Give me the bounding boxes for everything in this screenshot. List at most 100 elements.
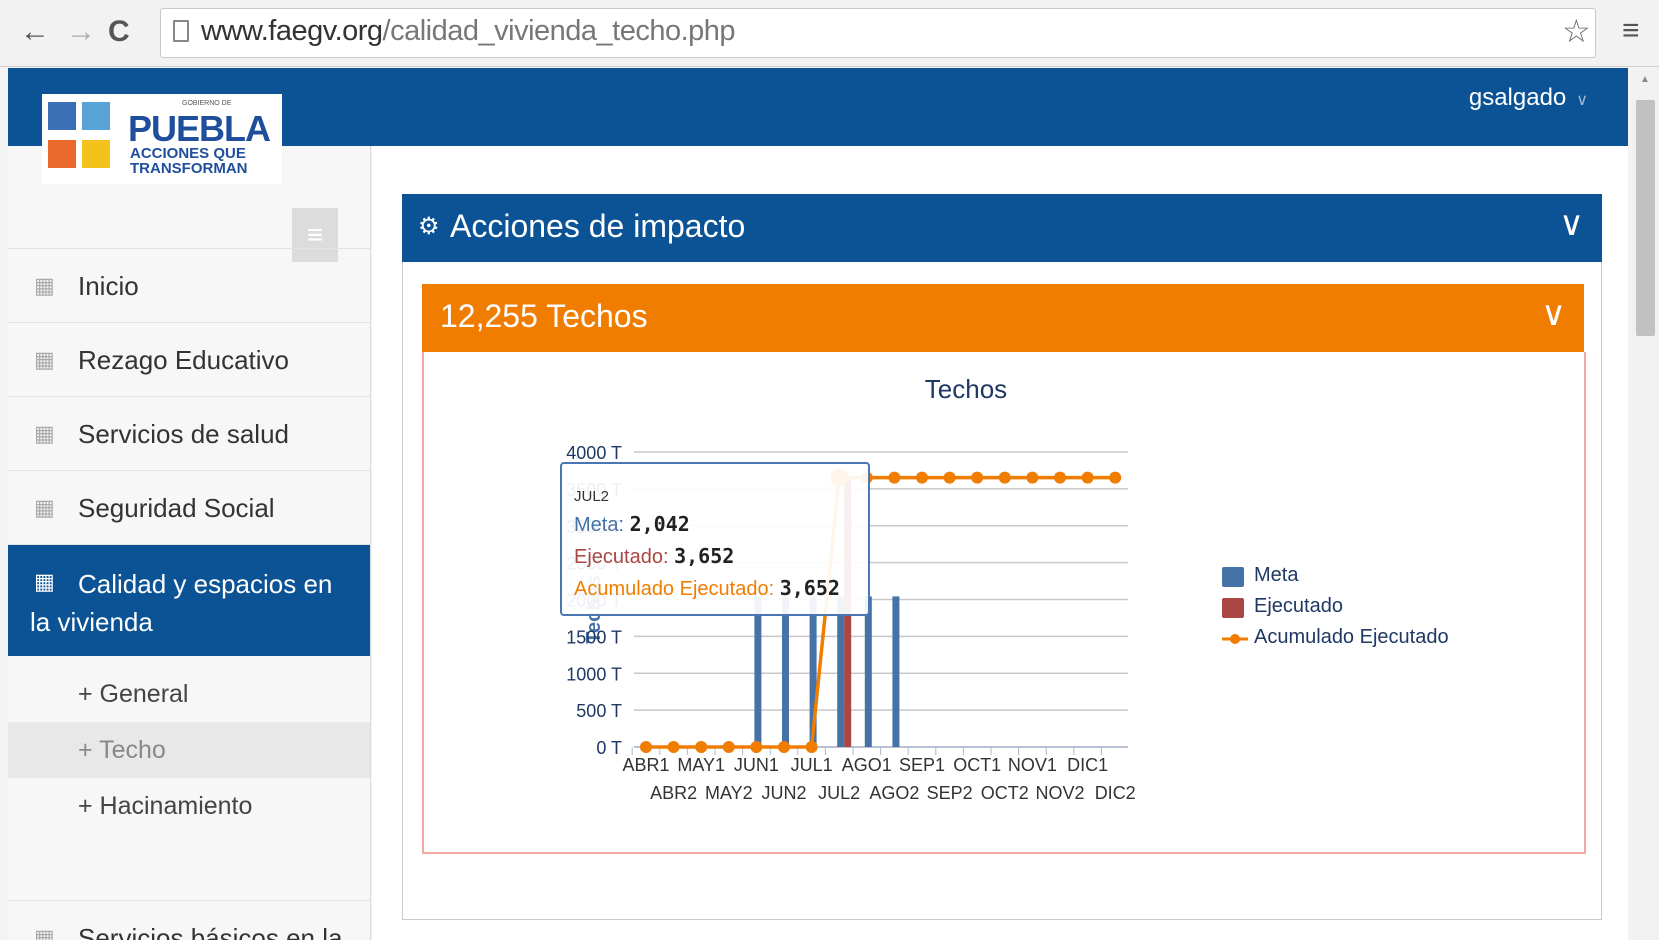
acumulado-point xyxy=(971,471,984,484)
x-tick-label: ABR2 xyxy=(650,783,697,803)
logo-text: GOBIERNO DE xyxy=(182,100,232,107)
username: gsalgado xyxy=(1468,84,1567,111)
sidebar-item-calidad-vivienda[interactable]: ▦ Calidad y espacios en la vivienda xyxy=(8,544,370,656)
address-bar[interactable]: www.faegv.org/calidad_vivienda_techo.php xyxy=(160,8,1596,58)
acumulado-point xyxy=(1109,471,1122,484)
cogs-icon: ⚙ xyxy=(418,213,440,240)
grid-icon: ▦ xyxy=(34,273,55,298)
x-tick-label: SEP1 xyxy=(899,755,945,775)
subitem-label: + Techo xyxy=(78,736,166,764)
sidebar-item-servicios-salud[interactable]: ▦ Servicios de salud xyxy=(8,396,370,472)
subitem-general[interactable]: + General xyxy=(8,666,370,722)
acumulado-point xyxy=(916,471,928,484)
subitem-label: + Hacinamiento xyxy=(78,792,253,820)
scrollbar-thumb[interactable] xyxy=(1636,100,1655,336)
sidebar-item-label: Servicios básicos en la xyxy=(78,923,343,940)
subpanel-title: 12,255 Techos xyxy=(440,298,648,334)
x-tick-label: SEP2 xyxy=(927,783,973,803)
chart-tooltip: JUL2 Meta: 2,042 Ejecutado: 3,652 Acumul… xyxy=(560,462,870,616)
legend-swatch xyxy=(1222,598,1244,618)
meta-bar xyxy=(754,596,762,747)
page-scrollbar[interactable]: ▲ xyxy=(1632,68,1659,940)
y-tick-label: 1500 T xyxy=(566,627,622,647)
x-tick-label: NOV1 xyxy=(1008,755,1057,775)
chevron-down-icon[interactable]: ∨ xyxy=(1541,294,1566,334)
tooltip-meta-row: Meta: 2,042 xyxy=(574,512,690,536)
y-tick-label: 500 T xyxy=(576,701,622,721)
logo-square-icon xyxy=(48,140,76,168)
page-icon xyxy=(173,20,189,42)
sidebar-item-seguridad-social[interactable]: ▦ Seguridad Social xyxy=(8,470,370,546)
sidebar-item-label: Calidad y espacios en la vivienda xyxy=(30,569,333,637)
acumulado-point xyxy=(750,741,763,753)
subitem-label: + General xyxy=(78,680,189,708)
acumulado-point xyxy=(805,741,818,753)
scroll-up-icon[interactable]: ▲ xyxy=(1640,74,1650,85)
acumulado-point xyxy=(695,741,708,753)
sidebar-item-rezago-educativo[interactable]: ▦ Rezago Educativo xyxy=(8,322,370,398)
x-tick-label: JUN2 xyxy=(761,783,806,803)
sidebar-item-label: Servicios de salud xyxy=(78,419,289,449)
acumulado-point xyxy=(640,741,652,753)
sidebar: ≡ ▦ Inicio ▦ Rezago Educativo ▦ Servicio… xyxy=(8,146,371,940)
url-domain: www.faegv.org xyxy=(201,15,383,47)
chart-title: Techos xyxy=(925,374,1007,404)
acumulado-point xyxy=(667,741,680,753)
x-tick-label: OCT1 xyxy=(953,755,1001,775)
url-text[interactable]: www.faegv.org/calidad_vivienda_techo.php xyxy=(201,15,736,48)
logo-text: ACCIONES QUE TRANSFORMAN xyxy=(130,145,248,177)
tooltip-category: JUL2 xyxy=(574,488,610,505)
acumulado-point xyxy=(943,471,956,484)
x-tick-label: MAY2 xyxy=(705,783,753,803)
panel-title: Acciones de impacto xyxy=(450,208,746,244)
legend-swatch xyxy=(1222,567,1244,587)
meta-bar xyxy=(864,596,872,747)
user-menu[interactable]: gsalgado ∨ xyxy=(1469,84,1588,112)
impact-panel-header[interactable]: ⚙ Acciones de impacto ∨ xyxy=(402,194,1602,262)
x-tick-label: OCT2 xyxy=(981,783,1029,803)
chevron-down-icon[interactable]: ∨ xyxy=(1559,204,1584,244)
acumulado-point xyxy=(998,471,1011,484)
chevron-down-icon: ∨ xyxy=(1576,92,1588,109)
forward-icon[interactable]: → xyxy=(66,14,96,50)
logo-square-icon xyxy=(82,102,110,130)
logo-square-icon xyxy=(48,102,76,130)
acumulado-point xyxy=(888,471,901,484)
acumulado-point xyxy=(722,741,735,753)
reload-icon[interactable]: C xyxy=(108,14,130,50)
x-tick-label: ABR1 xyxy=(622,755,669,775)
y-tick-label: 1000 T xyxy=(566,664,622,684)
tooltip-acumulado-row: Acumulado Ejecutado: 3,652 xyxy=(574,576,840,600)
subitem-techo[interactable]: + Techo xyxy=(8,722,370,778)
x-tick-label: AGO1 xyxy=(842,755,892,775)
acumulado-point xyxy=(1054,471,1066,484)
sidebar-item-servicios-basicos[interactable]: ▦ Servicios básicos en la xyxy=(8,900,370,940)
bookmark-star-icon[interactable]: ☆ xyxy=(1562,12,1591,50)
legend-label: Acumulado Ejecutado xyxy=(1254,626,1449,648)
legend-label: Ejecutado xyxy=(1254,595,1343,617)
puebla-logo[interactable]: GOBIERNO DE PUEBLA ACCIONES QUE TRANSFORM… xyxy=(42,94,282,184)
x-tick-label: DIC2 xyxy=(1095,783,1136,803)
tooltip-ejecutado-row: Ejecutado: 3,652 xyxy=(574,544,735,568)
grid-icon: ▦ xyxy=(34,347,55,372)
techos-panel-header[interactable]: 12,255 Techos ∨ xyxy=(422,284,1584,352)
sidebar-item-inicio[interactable]: ▦ Inicio xyxy=(8,248,370,324)
x-tick-label: JUN1 xyxy=(734,755,779,775)
grid-icon: ▦ xyxy=(34,925,55,940)
x-tick-label: AGO2 xyxy=(869,783,919,803)
meta-bar xyxy=(892,596,900,747)
subitem-hacinamiento[interactable]: + Hacinamiento xyxy=(8,778,370,834)
browser-toolbar: ← → C www.faegv.org/calidad_vivienda_tec… xyxy=(0,0,1659,67)
grid-icon: ▦ xyxy=(34,495,55,520)
url-path: /calidad_vivienda_techo.php xyxy=(382,15,736,47)
y-tick-label: 4000 T xyxy=(566,443,622,463)
sidebar-item-label: Inicio xyxy=(78,271,139,301)
back-icon[interactable]: ← xyxy=(20,14,50,50)
logo-text: PUEBLA xyxy=(128,108,271,149)
logo-square-icon xyxy=(82,140,110,168)
browser-menu-icon[interactable]: ≡ xyxy=(1622,14,1640,48)
y-tick-label: 0 T xyxy=(596,738,622,758)
legend-label: Meta xyxy=(1254,564,1299,586)
acumulado-point xyxy=(1026,471,1039,484)
x-tick-label: MAY1 xyxy=(677,755,725,775)
